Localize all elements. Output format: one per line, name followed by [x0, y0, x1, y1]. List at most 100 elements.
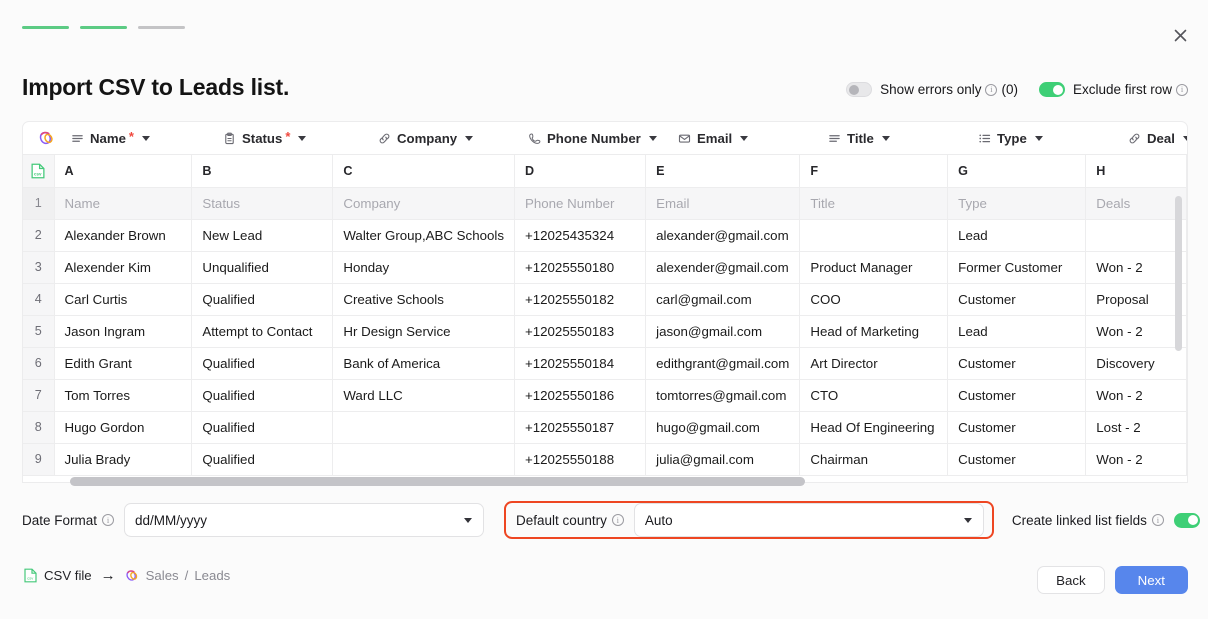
table-cell[interactable]: Email [645, 187, 801, 220]
table-cell[interactable]: Type [947, 187, 1087, 220]
table-cell[interactable]: CTO [799, 379, 949, 412]
column-mapping-title[interactable]: Title [828, 131, 978, 146]
table-cell[interactable] [332, 443, 515, 476]
close-button[interactable] [1166, 21, 1194, 49]
table-cell[interactable]: julia@gmail.com [645, 443, 801, 476]
table-cell[interactable]: Qualified [191, 379, 334, 412]
column-letter-B[interactable]: B [191, 155, 334, 188]
table-cell[interactable]: Customer [947, 283, 1087, 316]
breadcrumb-destination[interactable]: Sales / Leads [125, 568, 230, 583]
table-cell[interactable]: Phone Number [514, 187, 647, 220]
column-letter-C[interactable]: C [332, 155, 515, 188]
table-cell[interactable]: Customer [947, 379, 1087, 412]
table-cell[interactable]: Head Of Engineering [799, 411, 949, 444]
table-cell[interactable]: Product Manager [799, 251, 949, 284]
column-letter-G[interactable]: G [947, 155, 1087, 188]
column-mapping-deal[interactable]: Deal [1128, 131, 1187, 146]
column-mapping-company[interactable]: Company [378, 131, 528, 146]
table-cell[interactable]: Carl Curtis [54, 283, 193, 316]
table-cell[interactable]: Creative Schools [332, 283, 515, 316]
exclude-first-row-toggle[interactable]: Exclude first row i [1038, 82, 1188, 97]
table-cell[interactable]: Honday [332, 251, 515, 284]
info-icon[interactable]: i [611, 514, 624, 526]
breadcrumb-list[interactable]: Leads [194, 568, 230, 583]
table-cell[interactable]: Discovery [1085, 347, 1187, 380]
table-cell[interactable]: Jason Ingram [54, 315, 193, 348]
table-cell[interactable]: Proposal [1085, 283, 1187, 316]
table-cell[interactable] [1085, 219, 1187, 252]
column-mapping-status[interactable]: Status * [223, 130, 378, 146]
table-cell[interactable]: COO [799, 283, 949, 316]
column-letter-E[interactable]: E [645, 155, 801, 188]
table-cell[interactable]: Title [799, 187, 949, 220]
table-cell[interactable]: Alexender Kim [54, 251, 193, 284]
column-letter-F[interactable]: F [799, 155, 949, 188]
table-cell[interactable]: jason@gmail.com [645, 315, 801, 348]
table-cell[interactable]: Unqualified [191, 251, 334, 284]
table-cell[interactable]: Won - 2 [1085, 315, 1187, 348]
back-button[interactable]: Back [1037, 566, 1105, 594]
table-cell[interactable]: Qualified [191, 283, 334, 316]
table-cell[interactable]: Hr Design Service [332, 315, 515, 348]
info-icon[interactable]: i [1176, 83, 1188, 96]
table-cell[interactable] [799, 219, 949, 252]
table-cell[interactable]: Julia Brady [54, 443, 193, 476]
table-cell[interactable]: +12025435324 [514, 219, 647, 252]
table-cell[interactable]: New Lead [191, 219, 334, 252]
table-cell[interactable]: Company [332, 187, 515, 220]
table-cell[interactable]: Lost - 2 [1085, 411, 1187, 444]
table-cell[interactable]: Hugo Gordon [54, 411, 193, 444]
column-mapping-email[interactable]: Email [678, 131, 828, 146]
table-cell[interactable] [332, 411, 515, 444]
show-errors-only-switch[interactable] [846, 82, 873, 97]
table-cell[interactable]: Won - 2 [1085, 443, 1187, 476]
table-cell[interactable]: Won - 2 [1085, 251, 1187, 284]
table-cell[interactable]: Ward LLC [332, 379, 515, 412]
table-cell[interactable]: Edith Grant [54, 347, 193, 380]
create-linked-list-fields-switch[interactable] [1173, 512, 1200, 528]
table-cell[interactable]: Deals [1085, 187, 1187, 220]
table-cell[interactable]: Tom Torres [54, 379, 193, 412]
csv-preview-grid[interactable]: csv A B C D E F G H 1 Name Status Company Phone Numbe… [22, 155, 1188, 483]
table-cell[interactable]: Lead [947, 315, 1087, 348]
table-cell[interactable]: Attempt to Contact [191, 315, 334, 348]
table-cell[interactable]: Bank of America [332, 347, 515, 380]
info-icon[interactable]: i [102, 514, 115, 526]
table-cell[interactable]: carl@gmail.com [645, 283, 801, 316]
table-cell[interactable]: Qualified [191, 347, 334, 380]
table-cell[interactable]: Customer [947, 411, 1087, 444]
exclude-first-row-switch[interactable] [1038, 82, 1065, 97]
table-cell[interactable]: Name [54, 187, 193, 220]
default-country-group[interactable]: Default country i Auto [504, 501, 994, 539]
default-country-select[interactable]: Auto [633, 503, 984, 537]
table-cell[interactable]: alexender@gmail.com [645, 251, 801, 284]
table-cell[interactable]: +12025550180 [514, 251, 647, 284]
table-cell[interactable]: Alexander Brown [54, 219, 193, 252]
column-letter-D[interactable]: D [514, 155, 647, 188]
table-cell[interactable]: Qualified [191, 411, 334, 444]
table-cell[interactable]: +12025550187 [514, 411, 647, 444]
table-cell[interactable]: Former Customer [947, 251, 1087, 284]
table-cell[interactable]: edithgrant@gmail.com [645, 347, 801, 380]
info-icon[interactable]: i [1151, 514, 1164, 526]
table-cell[interactable]: hugo@gmail.com [645, 411, 801, 444]
column-mapping-name[interactable]: Name * [71, 130, 223, 146]
table-cell[interactable]: Customer [947, 443, 1087, 476]
info-icon[interactable]: i [985, 83, 998, 96]
table-cell[interactable]: Head of Marketing [799, 315, 949, 348]
horizontal-scrollbar[interactable] [70, 477, 805, 486]
table-cell[interactable]: Walter Group,ABC Schools [332, 219, 515, 252]
column-letter-A[interactable]: A [54, 155, 193, 188]
column-letter-H[interactable]: H [1085, 155, 1187, 188]
table-cell[interactable]: Customer [947, 347, 1087, 380]
breadcrumb-workspace[interactable]: Sales [146, 568, 179, 583]
table-cell[interactable]: Lead [947, 219, 1087, 252]
table-cell[interactable]: Art Director [799, 347, 949, 380]
table-cell[interactable]: Chairman [799, 443, 949, 476]
vertical-scrollbar[interactable] [1175, 196, 1182, 351]
table-cell[interactable]: Won - 2 [1085, 379, 1187, 412]
table-cell[interactable]: Status [191, 187, 334, 220]
table-cell[interactable]: +12025550183 [514, 315, 647, 348]
show-errors-only-toggle[interactable]: Show errors only i (0) [846, 82, 1018, 97]
create-linked-list-fields-toggle[interactable]: Create linked list fields i [1012, 512, 1200, 528]
